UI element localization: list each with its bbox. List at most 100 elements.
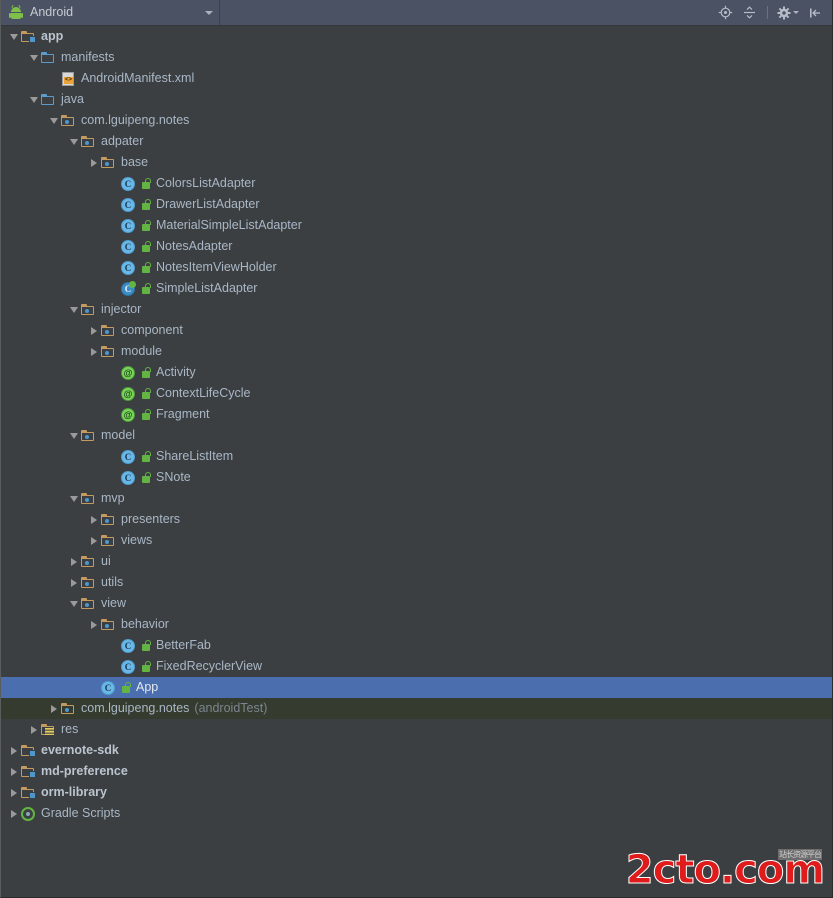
tree-expand-toggle[interactable] — [87, 320, 101, 341]
tree-node-label: SNote — [156, 470, 191, 484]
tree-row[interactable]: orm-library — [1, 782, 832, 803]
tree-row[interactable]: <> AndroidManifest.xml — [1, 68, 832, 89]
tree-node-icon: @ — [121, 386, 137, 402]
tree-row[interactable]: res — [1, 719, 832, 740]
tree-node-label: AndroidManifest.xml — [81, 71, 195, 85]
tree-node-icon: C — [121, 218, 137, 234]
tree-row[interactable]: C NotesAdapter — [1, 236, 832, 257]
collapse-all-button[interactable] — [741, 4, 758, 21]
tree-row[interactable]: C MaterialSimpleListAdapter — [1, 215, 832, 236]
tree-expand-toggle[interactable] — [87, 341, 101, 362]
settings-button[interactable] — [777, 6, 799, 20]
tree-row[interactable]: base — [1, 152, 832, 173]
public-badge-icon — [141, 471, 152, 485]
tree-expand-toggle[interactable] — [67, 425, 81, 446]
tree-row[interactable]: C ColorsListAdapter — [1, 173, 832, 194]
tree-expand-toggle[interactable] — [7, 740, 21, 761]
public-badge-icon — [141, 177, 152, 191]
tree-row[interactable]: C SNote — [1, 467, 832, 488]
tree-row[interactable]: view — [1, 593, 832, 614]
tree-row[interactable]: model — [1, 425, 832, 446]
tree-row[interactable]: ui — [1, 551, 832, 572]
tree-expand-toggle[interactable] — [87, 152, 101, 173]
tree-expand-toggle[interactable] — [47, 698, 61, 719]
tree-row[interactable]: C BetterFab — [1, 635, 832, 656]
tree-node-icon — [101, 512, 117, 528]
tree-row[interactable]: com.lguipeng.notes (androidTest) — [1, 698, 832, 719]
tree-expand-toggle[interactable] — [67, 572, 81, 593]
package-folder-icon — [81, 555, 96, 568]
tree-node-icon: C — [121, 176, 137, 192]
tree-row[interactable]: C SimpleListAdapter — [1, 278, 832, 299]
tree-node-label: view — [101, 596, 127, 610]
tree-row[interactable]: md-preference — [1, 761, 832, 782]
public-badge-icon — [141, 282, 152, 296]
tree-node-icon: C — [101, 680, 117, 696]
tree-row[interactable]: injector — [1, 299, 832, 320]
scroll-from-source-button[interactable] — [717, 4, 734, 21]
tree-expand-toggle[interactable] — [87, 614, 101, 635]
tree-expand-toggle[interactable] — [27, 719, 41, 740]
tree-expand-toggle[interactable] — [87, 509, 101, 530]
tree-row[interactable]: views — [1, 530, 832, 551]
package-folder-icon — [81, 135, 96, 148]
tree-row[interactable]: behavior — [1, 614, 832, 635]
tree-node-icon — [81, 554, 97, 570]
tree-expand-toggle[interactable] — [7, 782, 21, 803]
tree-expand-toggle[interactable] — [67, 299, 81, 320]
tree-expand-toggle[interactable] — [67, 551, 81, 572]
tree-expand-toggle[interactable] — [87, 530, 101, 551]
tree-node-label: presenters — [121, 512, 181, 526]
tree-node-label: views — [121, 533, 153, 547]
tree-node-label: MaterialSimpleListAdapter — [156, 218, 302, 232]
tree-expand-spacer — [107, 635, 121, 656]
public-badge-icon — [121, 681, 132, 695]
hide-panel-button[interactable] — [806, 4, 823, 21]
module-folder-icon — [21, 765, 36, 778]
tree-row[interactable]: utils — [1, 572, 832, 593]
tree-row[interactable]: evernote-sdk — [1, 740, 832, 761]
tree-row[interactable]: presenters — [1, 509, 832, 530]
tree-node-icon — [21, 785, 37, 801]
tree-row[interactable]: @ ContextLifeCycle — [1, 383, 832, 404]
tree-expand-toggle[interactable] — [67, 488, 81, 509]
tree-expand-toggle[interactable] — [7, 803, 21, 824]
tree-node-icon — [101, 344, 117, 360]
package-folder-icon — [101, 534, 116, 547]
tree-row[interactable]: mvp — [1, 488, 832, 509]
project-tree[interactable]: app manifests <> AndroidManifest.xml java com… — [1, 26, 832, 824]
tree-expand-toggle[interactable] — [7, 761, 21, 782]
tree-expand-toggle[interactable] — [67, 131, 81, 152]
tree-row[interactable]: C NotesItemViewHolder — [1, 257, 832, 278]
tree-row[interactable]: com.lguipeng.notes — [1, 110, 832, 131]
tree-node-icon — [41, 92, 57, 108]
tree-expand-toggle[interactable] — [27, 47, 41, 68]
tree-expand-spacer — [107, 362, 121, 383]
tree-expand-toggle[interactable] — [27, 89, 41, 110]
tree-row[interactable]: manifests — [1, 47, 832, 68]
tree-row[interactable]: adpater — [1, 131, 832, 152]
tree-node-icon — [61, 701, 77, 717]
tree-row[interactable]: C App — [1, 677, 832, 698]
tree-node-label: ContextLifeCycle — [156, 386, 251, 400]
tree-row[interactable]: java — [1, 89, 832, 110]
tree-row[interactable]: app — [1, 26, 832, 47]
tree-expand-toggle[interactable] — [7, 26, 21, 47]
tree-expand-toggle[interactable] — [67, 593, 81, 614]
package-folder-icon — [101, 345, 116, 358]
tree-row[interactable]: module — [1, 341, 832, 362]
tree-row[interactable]: Gradle Scripts — [1, 803, 832, 824]
tree-row[interactable]: @ Activity — [1, 362, 832, 383]
tree-row[interactable]: C FixedRecyclerView — [1, 656, 832, 677]
tree-row[interactable]: C DrawerListAdapter — [1, 194, 832, 215]
project-view-selector[interactable]: Android — [1, 0, 220, 25]
tree-node-label: DrawerListAdapter — [156, 197, 260, 211]
tree-row[interactable]: C ShareListItem — [1, 446, 832, 467]
project-toolbar: Android — [1, 0, 832, 26]
tree-row[interactable]: @ Fragment — [1, 404, 832, 425]
chevron-down-icon[interactable] — [205, 10, 213, 15]
tree-node-label: com.lguipeng.notes — [81, 113, 190, 127]
tree-row[interactable]: component — [1, 320, 832, 341]
tree-expand-toggle[interactable] — [47, 110, 61, 131]
public-badge-icon — [141, 240, 152, 254]
